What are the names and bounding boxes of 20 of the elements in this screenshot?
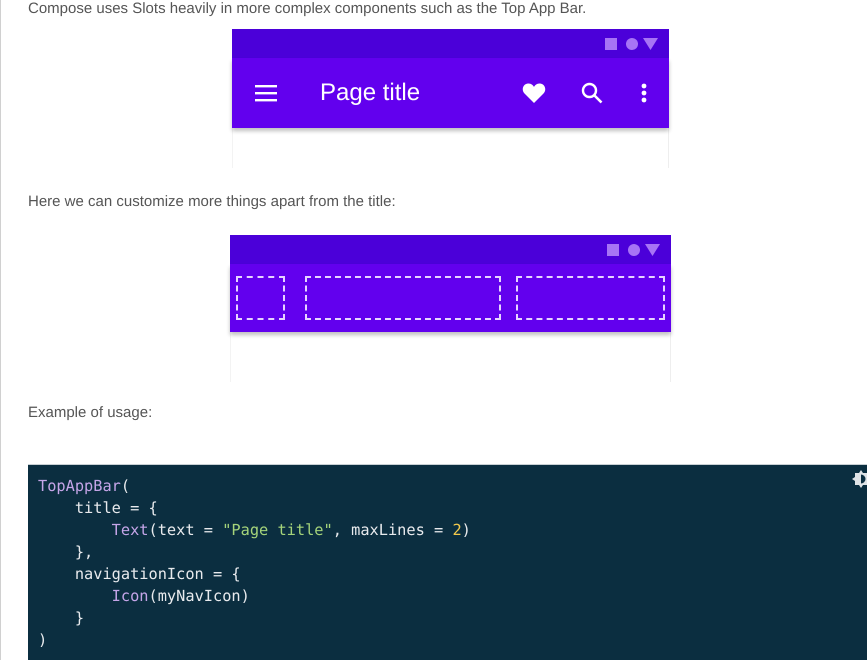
more-icon <box>641 83 647 103</box>
code-line: ) <box>38 630 48 651</box>
code-line: } <box>74 608 84 629</box>
paragraph: Example of usage: <box>28 403 154 423</box>
search-icon <box>581 82 603 104</box>
menu-icon <box>255 84 279 102</box>
heart-icon <box>522 82 546 104</box>
code-line: TopAppBar( <box>38 476 130 497</box>
code-line: navigationIcon = { <box>74 564 241 585</box>
page-title: Page title <box>320 79 422 107</box>
code-line: Text(text = "Page title", maxLines = 2) <box>110 520 471 541</box>
system-icons <box>607 242 661 256</box>
system-icons <box>605 36 659 50</box>
paragraph: Here we can customize more things apart from the title: <box>28 192 397 212</box>
slot-outline <box>236 276 285 320</box>
gear-icon[interactable] <box>852 470 867 488</box>
code-line: Icon(myNavIcon) <box>110 586 250 607</box>
paragraph: Compose uses Slots heavily in more complex components such as the Top App Bar. <box>28 0 588 18</box>
code-line: }, <box>74 542 94 563</box>
code-line: title = { <box>74 498 158 519</box>
